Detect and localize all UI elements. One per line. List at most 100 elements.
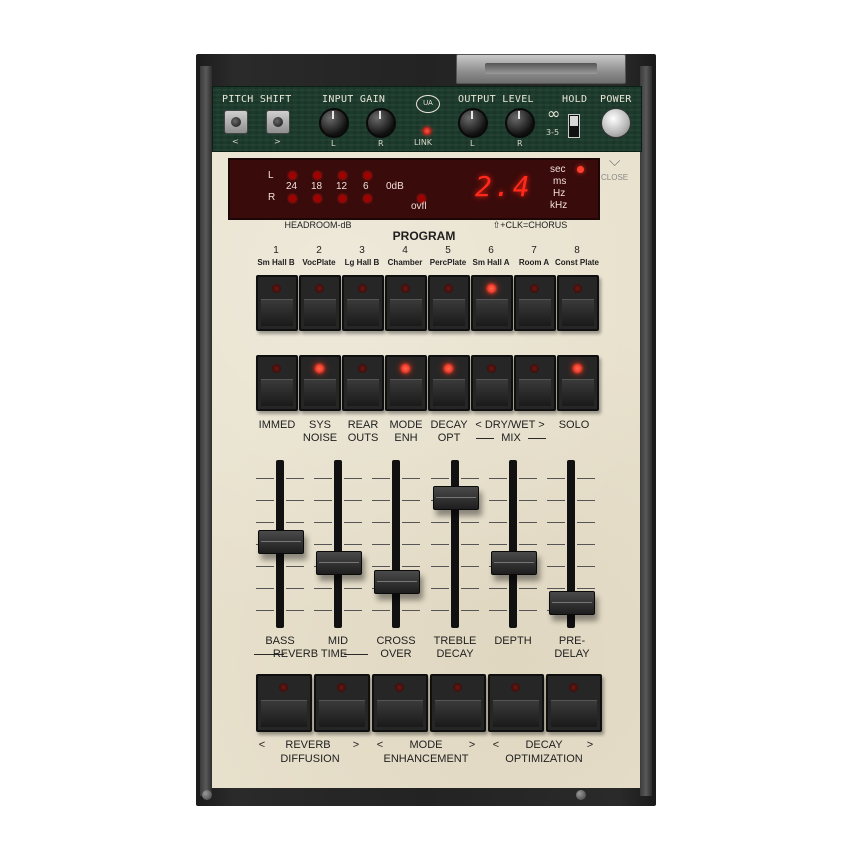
fader-cap-bass[interactable]	[258, 530, 304, 554]
bottom-button-mode-enhancement-up[interactable]	[430, 674, 486, 732]
output-left-label: L	[470, 139, 475, 148]
mode-label-noise: NOISE	[302, 432, 338, 444]
program-number: 2	[316, 245, 322, 256]
bottom-led	[511, 683, 520, 692]
fader-tick	[461, 566, 479, 567]
pitch-down-button[interactable]	[224, 110, 248, 134]
fader-label-cross: CROSS	[376, 635, 416, 647]
output-level-label: OUTPUT LEVEL	[458, 94, 534, 105]
program-number: 5	[445, 245, 451, 256]
mix-bracket	[476, 438, 494, 439]
fader-tick	[286, 500, 304, 501]
program-button-4[interactable]	[385, 275, 427, 331]
fader-label-decay: DECAY	[436, 648, 474, 660]
fader-tick	[402, 566, 420, 567]
fader-tick	[547, 566, 565, 567]
fader-tick	[344, 522, 362, 523]
mode-button-sys-noise[interactable]	[299, 355, 341, 411]
group2-top-label: MODE	[409, 739, 443, 751]
fader-tick	[286, 478, 304, 479]
link-led[interactable]	[423, 127, 431, 135]
fader-label-delay: DELAY	[554, 648, 590, 660]
fader-tick	[402, 610, 420, 611]
meter-led	[314, 172, 321, 179]
program-led	[315, 284, 324, 293]
pitch-up-button[interactable]	[266, 110, 290, 134]
program-led	[272, 284, 281, 293]
program-name: Lg Hall B	[344, 258, 380, 267]
fader-tick	[431, 478, 449, 479]
pitch-down-arrow: <	[232, 137, 239, 146]
mode-button-rear-outs[interactable]	[342, 355, 384, 411]
bottom-button-decay-optimization-up[interactable]	[546, 674, 602, 732]
ovfl-led	[418, 195, 425, 202]
mode-button-immed[interactable]	[256, 355, 298, 411]
mix-label: MIX	[501, 432, 521, 444]
program-number: 4	[402, 245, 408, 256]
input-right-label: R	[378, 139, 384, 148]
fader-tick	[402, 500, 420, 501]
power-button[interactable]	[601, 108, 631, 138]
fader-cap-crossover[interactable]	[374, 570, 420, 594]
output-level-left-knob[interactable]	[458, 108, 488, 138]
bottom-button-reverb-diffusion-up[interactable]	[314, 674, 370, 732]
fader-tick	[547, 500, 565, 501]
fader-tick	[286, 522, 304, 523]
program-button-3[interactable]	[342, 275, 384, 331]
fader-tick	[256, 500, 274, 501]
mix-bracket	[528, 438, 546, 439]
program-button-2[interactable]	[299, 275, 341, 331]
mode-button-solo[interactable]	[557, 355, 599, 411]
fader-tick	[547, 522, 565, 523]
program-name: Sm Hall A	[472, 258, 510, 267]
fader-tick	[577, 522, 595, 523]
fader-tick	[431, 588, 449, 589]
program-button-5[interactable]	[428, 275, 470, 331]
infinity-icon: ∞	[547, 104, 561, 123]
mode-button-decay-opt[interactable]	[428, 355, 470, 411]
fader-label-pre: PRE-	[558, 635, 586, 647]
bottom-button-mode-enhancement-down[interactable]	[372, 674, 428, 732]
meter-scale-6: 6	[363, 181, 369, 192]
fader-tick	[256, 478, 274, 479]
group1-arrow-right: >	[352, 739, 360, 751]
reverb-time-bracket	[344, 654, 368, 655]
fader-cap-treble-decay[interactable]	[433, 486, 479, 510]
fader-cap-pre-delay[interactable]	[549, 591, 595, 615]
program-number: 8	[574, 245, 580, 256]
program-button-6[interactable]	[471, 275, 513, 331]
reverb-time-label: REVERB TIME	[272, 648, 348, 660]
bottom-led	[395, 683, 404, 692]
output-level-right-knob[interactable]	[505, 108, 535, 138]
fader-cap-mid[interactable]	[316, 551, 362, 575]
meter-scale-12: 12	[336, 181, 348, 192]
bottom-button-decay-optimization-down[interactable]	[488, 674, 544, 732]
fader-cap-depth[interactable]	[491, 551, 537, 575]
fader-tick	[461, 544, 479, 545]
mode-button-wet[interactable]	[514, 355, 556, 411]
ovfl-label: ovfl	[411, 201, 427, 212]
group3-top-label: DECAY	[525, 739, 563, 751]
fader-tick	[519, 610, 537, 611]
fader-tick	[314, 522, 332, 523]
unit-ms: ms	[553, 176, 567, 187]
program-button-8[interactable]	[557, 275, 599, 331]
mode-button-mode-enh[interactable]	[385, 355, 427, 411]
program-button-1[interactable]	[256, 275, 298, 331]
mode-button-dry[interactable]	[471, 355, 513, 411]
fader-tick	[577, 588, 595, 589]
program-button-7[interactable]	[514, 275, 556, 331]
fader-tick	[489, 544, 507, 545]
hold-switch[interactable]	[568, 114, 580, 138]
input-gain-right-knob[interactable]	[366, 108, 396, 138]
bottom-button-reverb-diffusion-down[interactable]	[256, 674, 312, 732]
mode-led	[272, 364, 281, 373]
mode-label-enh: ENH	[394, 432, 418, 444]
pitch-up-arrow: >	[274, 137, 281, 146]
fader-tick	[372, 500, 390, 501]
input-gain-left-knob[interactable]	[319, 108, 349, 138]
fader-tick	[314, 544, 332, 545]
display-left-label: L	[268, 170, 274, 181]
program-name: Sm Hall B	[257, 258, 295, 267]
mode-label-opt: OPT	[437, 432, 461, 444]
